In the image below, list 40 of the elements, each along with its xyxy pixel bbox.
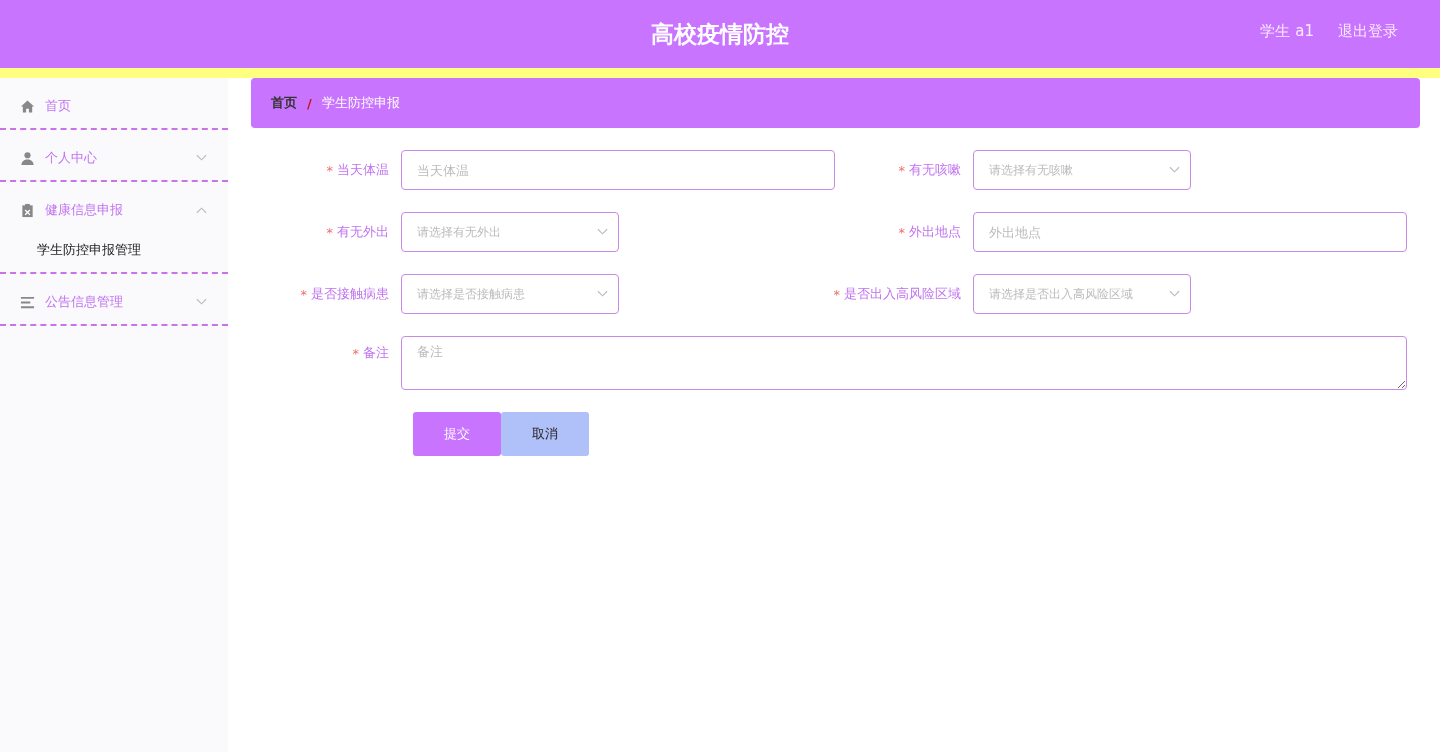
chevron-down-icon <box>597 290 608 298</box>
menu-item[interactable]: 个人中心 <box>0 136 228 180</box>
menu-item[interactable]: 首页 <box>0 84 228 128</box>
menu-item[interactable]: 公告信息管理 <box>0 280 228 324</box>
chevron-down-icon <box>1169 166 1180 174</box>
user-name: 学生 a1 <box>1260 22 1314 41</box>
required-mark: * <box>352 345 359 361</box>
clipboard-icon <box>20 202 35 218</box>
required-mark: * <box>898 224 905 240</box>
required-mark: * <box>833 286 840 302</box>
chevron-down-icon <box>597 228 608 236</box>
select-dropdown[interactable]: 请选择是否接触病患 <box>401 274 619 314</box>
select-dropdown[interactable]: 请选择是否出入高风险区域 <box>973 274 1191 314</box>
required-mark: * <box>300 286 307 302</box>
logout-link[interactable]: 退出登录 <box>1338 22 1398 41</box>
field-label: 外出地点 <box>909 223 961 241</box>
user-icon <box>20 150 35 166</box>
textarea-field[interactable]: 备注 <box>401 336 1407 390</box>
field-label: 是否出入高风险区域 <box>844 285 961 303</box>
submit-button[interactable]: 提交 <box>413 412 501 456</box>
chevron-down-icon <box>1169 290 1180 298</box>
required-mark: * <box>326 162 333 178</box>
breadcrumb-item[interactable]: 首页 <box>271 94 297 112</box>
list-icon <box>20 294 35 310</box>
home-icon <box>20 98 35 114</box>
select-dropdown[interactable]: 请选择有无咳嗽 <box>973 150 1191 190</box>
text-input[interactable]: 当天体温 <box>401 150 835 190</box>
breadcrumb-item: 学生防控申报 <box>321 94 400 112</box>
cancel-button[interactable]: 取消 <box>501 412 589 456</box>
field-label: 备注 <box>363 344 389 362</box>
text-input[interactable]: 外出地点 <box>973 212 1407 252</box>
field-label: 当天体温 <box>337 161 389 179</box>
required-mark: * <box>898 162 905 178</box>
field-label: 有无外出 <box>337 223 389 241</box>
app-title: 高校疫情防控 <box>651 19 789 49</box>
required-mark: * <box>326 224 333 240</box>
field-label: 是否接触病患 <box>311 285 389 303</box>
breadcrumb-separator: / <box>307 95 312 111</box>
select-dropdown[interactable]: 请选择有无外出 <box>401 212 619 252</box>
field-label: 有无咳嗽 <box>909 161 961 179</box>
